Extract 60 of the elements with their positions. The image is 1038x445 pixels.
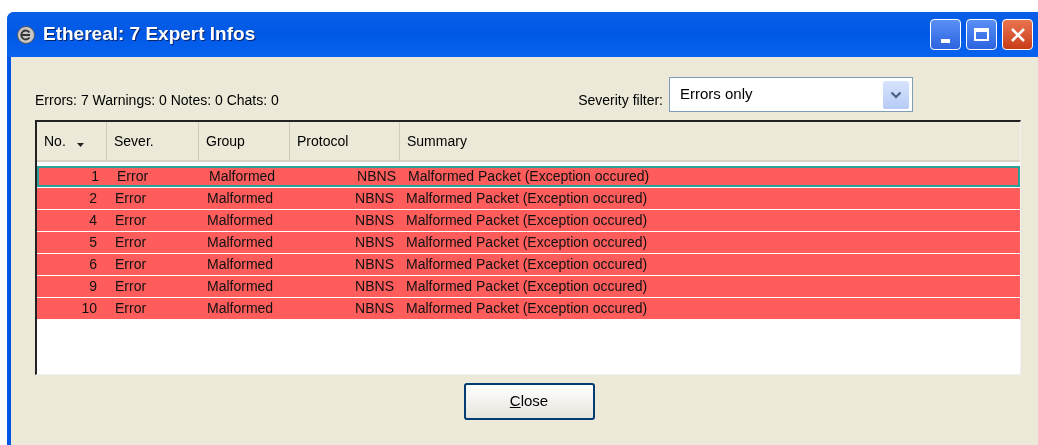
table-cell-text: Error	[114, 189, 148, 208]
table-cell-text: Malformed	[208, 167, 277, 186]
table-cell-text: Malformed	[206, 299, 275, 318]
column-header[interactable]: Summary	[400, 122, 1020, 160]
table-cell-text: Malformed Packet (Exception occured)	[407, 167, 651, 186]
dialog-button[interactable]: Close	[463, 383, 595, 420]
table-cell-text: NBNS	[354, 277, 395, 296]
counts-summary: Errors: 7 Warnings: 0 Notes: 0 Chats: 0	[35, 91, 279, 110]
table-cell-text: 6	[88, 255, 98, 274]
close-button[interactable]	[1002, 19, 1033, 50]
table-cell-text: Error	[116, 167, 150, 186]
table-cell-text: NBNS	[354, 233, 395, 252]
table-cell-text: 4	[88, 211, 98, 230]
minimize-button[interactable]	[930, 19, 961, 50]
table-row[interactable]: 1 Error Malformed NBNS Malformed Packet (Exception occured)	[37, 166, 1020, 187]
dropdown-caret-icon	[883, 80, 909, 109]
table-cell-text: NBNS	[354, 255, 395, 274]
table-row[interactable]: 9 Error Malformed NBNS Malformed Packet (Exception occured)	[37, 276, 1020, 297]
table-row[interactable]: 5 Error Malformed NBNS Malformed Packet (Exception occured)	[37, 232, 1020, 253]
table-cell-text: Error	[114, 277, 148, 296]
close-icon	[1009, 26, 1026, 43]
table-cell-text: NBNS	[354, 299, 395, 318]
table-row[interactable]: 10 Error Malformed NBNS Malformed Packet (Exception occured)	[37, 298, 1020, 319]
table-cell-text: Error	[114, 233, 148, 252]
table-cell-text: NBNS	[354, 211, 395, 230]
table-cell-text: Malformed	[206, 233, 275, 252]
table-cell-text: 9	[88, 277, 98, 296]
table-cell-text: Malformed	[206, 211, 275, 230]
severity-filter-dropdown[interactable]: Errors only	[669, 77, 913, 112]
table-cell-text: NBNS	[356, 167, 397, 186]
table-cell-text: Error	[114, 211, 148, 230]
maximize-button[interactable]	[966, 19, 997, 50]
table-cell-text: NBNS	[354, 189, 395, 208]
app-logo-icon	[17, 25, 35, 44]
table-cell-text: Malformed	[206, 255, 275, 274]
maximize-icon	[974, 28, 989, 41]
table-cell-text: Malformed Packet (Exception occured)	[405, 277, 649, 296]
table-row[interactable]: 2 Error Malformed NBNS Malformed Packet (Exception occured)	[37, 188, 1020, 209]
table-row[interactable]: 4 Error Malformed NBNS Malformed Packet (Exception occured)	[37, 210, 1020, 231]
table-cell-text: 10	[80, 299, 98, 318]
table-row[interactable]: 6 Error Malformed NBNS Malformed Packet (Exception occured)	[37, 254, 1020, 275]
window-title: Ethereal: 7 Expert Infos	[43, 22, 256, 47]
table-cell-text: 1	[90, 167, 100, 186]
table-cell-text: Malformed	[206, 189, 275, 208]
table-cell-text: Malformed	[206, 277, 275, 296]
column-header[interactable]: No.	[37, 122, 107, 160]
minimize-icon	[941, 39, 950, 43]
table-cell-text: Malformed Packet (Exception occured)	[405, 211, 649, 230]
table-cell-text: Malformed Packet (Exception occured)	[405, 299, 649, 318]
table-cell-text: Error	[114, 255, 148, 274]
table-cell-text: 5	[88, 233, 98, 252]
table-cell-text: 2	[88, 189, 98, 208]
column-header[interactable]: Sever.	[107, 122, 199, 160]
table-cell-text: Error	[114, 299, 148, 318]
table-cell-text: Malformed Packet (Exception occured)	[405, 255, 649, 274]
column-header[interactable]: Protocol	[290, 122, 400, 160]
table-cell-text: Malformed Packet (Exception occured)	[405, 233, 649, 252]
column-header[interactable]: Group	[199, 122, 290, 160]
severity-filter-label: Severity filter:	[578, 91, 663, 110]
table-cell-text: Malformed Packet (Exception occured)	[405, 189, 649, 208]
